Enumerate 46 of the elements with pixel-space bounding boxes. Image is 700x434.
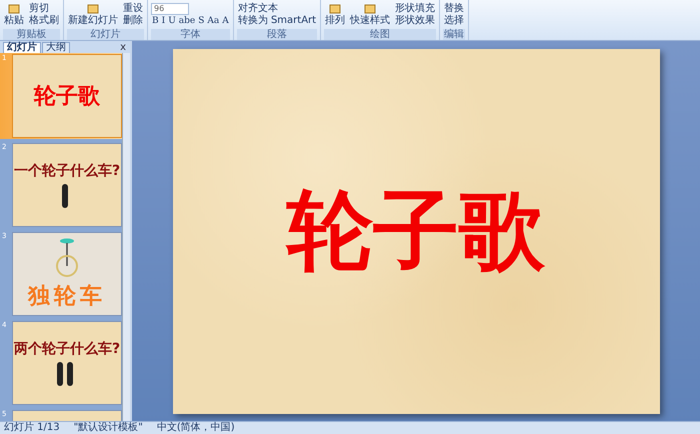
ribbon-button[interactable]: 删除 [122,15,144,26]
ribbon-button[interactable]: 快速样式 [349,4,392,26]
close-button[interactable]: x [116,43,130,53]
ribbon-button[interactable]: 剪切 [28,3,60,14]
group-label: 剪贴板 [3,29,60,40]
group-label: 绘图 [324,29,436,40]
ribbon-button[interactable]: 选择 [443,15,466,26]
ribbon-button[interactable]: 粘贴 [3,4,25,26]
ribbon-button[interactable]: 形状效果 [394,15,436,26]
ribbon-button[interactable]: 格式刷 [28,15,60,26]
unicycle-drawing [55,238,79,278]
ribbon-button[interactable]: 新建幻灯片 [67,4,119,26]
ribbon-button[interactable]: 排列 [324,4,346,26]
format-button[interactable]: B [151,16,160,26]
format-button[interactable]: I [160,16,166,26]
group-label: 编辑 [443,29,466,40]
slide-thumbnail[interactable]: 一个轮子什么车? [12,143,122,227]
button-icon [329,4,342,14]
language-status: 中文(简体，中国) [156,422,235,434]
format-button[interactable]: U [167,16,177,26]
format-button[interactable]: S [197,16,206,26]
theme-name: "默认设计模板" [74,422,143,434]
panel-tab[interactable]: 幻灯片 [3,42,41,53]
group-label: 段落 [236,29,318,40]
thumbnail-title: 轮子歌 [34,83,100,111]
format-button[interactable]: A [221,16,230,26]
ribbon-button[interactable]: 对齐文本 [236,3,318,14]
ribbon-button[interactable]: 形状填充 [394,3,436,14]
scrollbar[interactable] [122,53,130,421]
button-icon [87,4,99,14]
thumbnail-title: 一个轮子什么车? [14,162,120,180]
panel-tab[interactable]: 大纲 [42,42,70,53]
font-size-field[interactable]: 96 [151,2,189,14]
ribbon-button[interactable]: 重设 [122,3,144,14]
format-button[interactable]: abe [178,16,196,26]
ribbon-button[interactable]: 替换 [443,3,466,14]
slide-thumbnail[interactable]: 两个轮子什么车? [12,321,122,405]
group-label: 幻灯片 [67,29,144,40]
ribbon-button[interactable]: 转换为 SmartArt [236,15,318,26]
format-button[interactable]: Aa [206,16,220,26]
thumbnail-title: 独轮车 [28,282,106,310]
button-icon [8,4,20,14]
button-icon [364,4,376,14]
thumbnail-title: 两个轮子什么车? [14,340,120,358]
group-label: 字体 [151,29,230,40]
slide-counter: 幻灯片 1/13 [4,422,60,434]
